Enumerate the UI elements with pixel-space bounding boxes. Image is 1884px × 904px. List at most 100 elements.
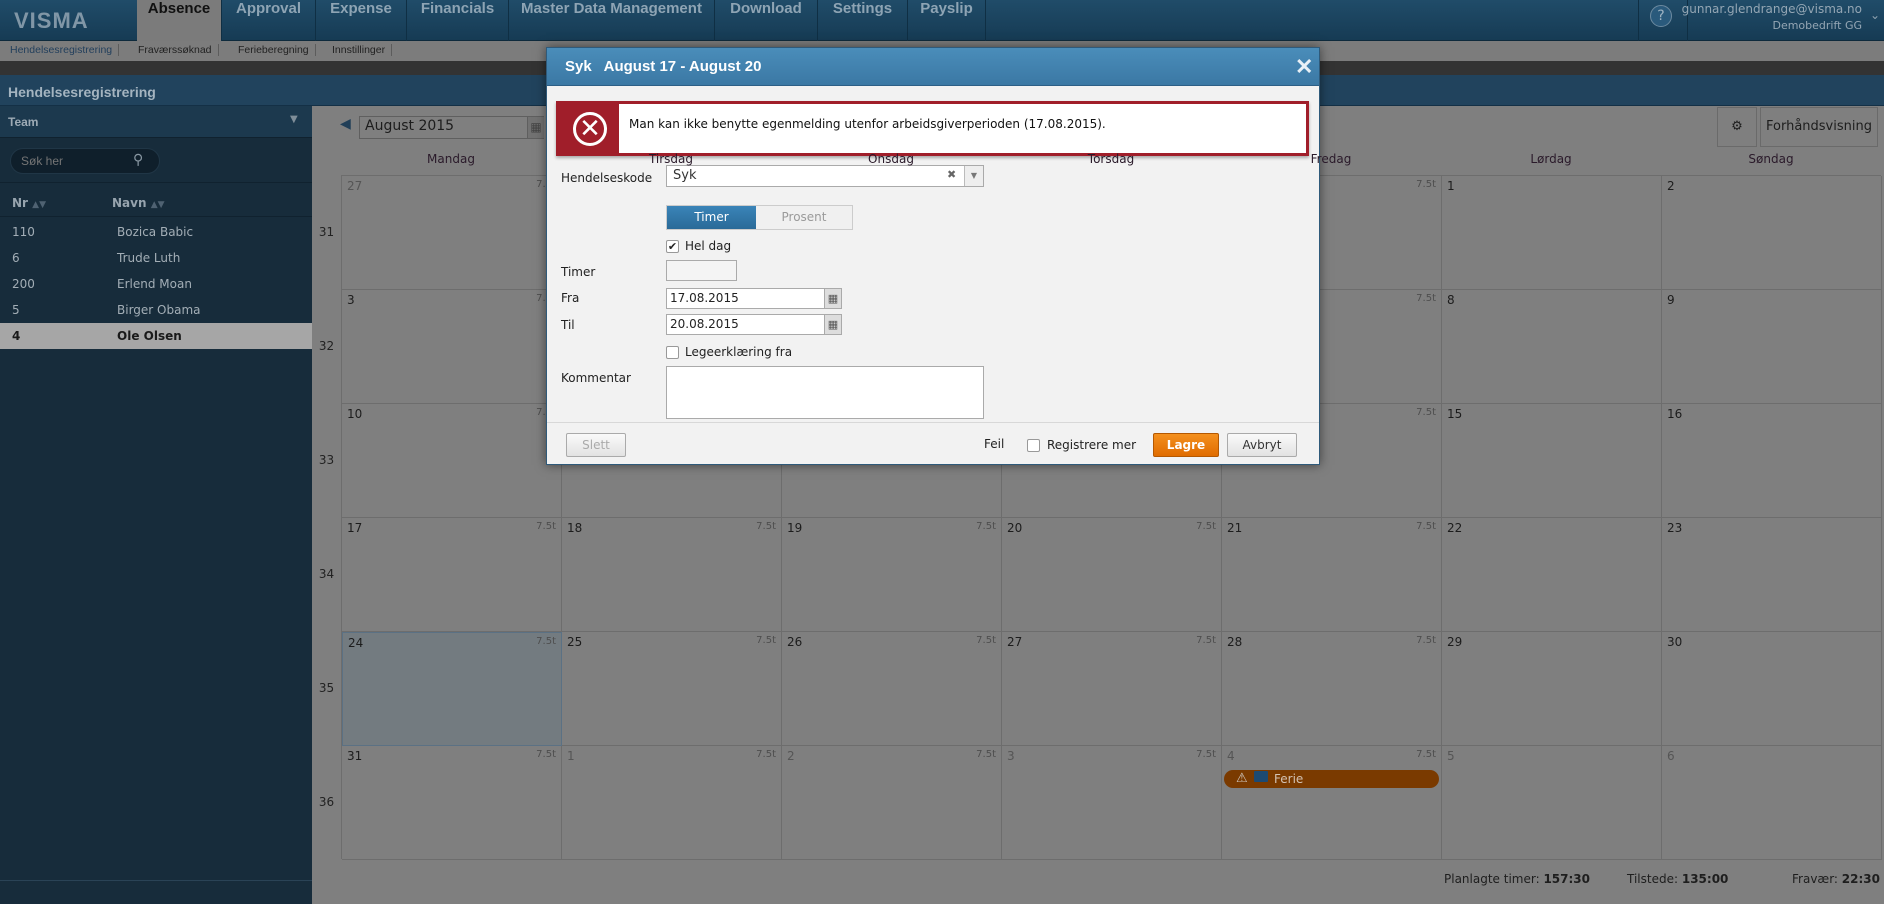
til-date-input[interactable]: 20.08.2015 ▦ bbox=[666, 314, 842, 335]
day-cell[interactable]: 107.5t bbox=[342, 404, 562, 518]
month-picker[interactable]: August 2015 ▦ bbox=[359, 116, 544, 139]
tab-financials[interactable]: Financials bbox=[407, 0, 509, 41]
event-code-select[interactable]: Syk ✖ ▼ bbox=[666, 165, 984, 187]
day-cell[interactable]: 19 7.5t bbox=[782, 518, 1002, 632]
help-icon[interactable]: ? bbox=[1650, 5, 1672, 27]
day-number: 2 bbox=[1667, 179, 1675, 193]
user-email[interactable]: gunnar.glendrange@visma.no bbox=[1682, 2, 1862, 16]
day-cell[interactable]: 8 bbox=[1442, 290, 1662, 404]
employee-row[interactable]: 4 Ole Olsen bbox=[0, 323, 312, 349]
day-cell[interactable]: 16 bbox=[1662, 404, 1882, 518]
day-cell[interactable]: 24 7.5t bbox=[342, 632, 562, 746]
day-cell[interactable]: 20 7.5t bbox=[1002, 518, 1222, 632]
close-icon[interactable]: ✕ bbox=[1295, 54, 1313, 80]
chevron-down-icon[interactable]: ⌄ bbox=[1870, 8, 1880, 22]
day-cell[interactable]: 26 7.5t bbox=[782, 632, 1002, 746]
tab-expense[interactable]: Expense bbox=[316, 0, 407, 41]
tab-download[interactable]: Download bbox=[715, 0, 818, 41]
day-cell[interactable]: 28 7.5t bbox=[1222, 632, 1442, 746]
day-cell[interactable]: 37.5t bbox=[342, 290, 562, 404]
legeerklaring-checkbox[interactable] bbox=[666, 346, 679, 359]
preview-button[interactable]: Forhåndsvisning bbox=[1760, 107, 1878, 147]
day-number: 6 bbox=[1667, 749, 1675, 763]
subnav-ferieberegning[interactable]: Ferieberegning bbox=[232, 44, 316, 56]
day-cell[interactable]: 1 7.5t bbox=[562, 746, 782, 860]
fra-date-input[interactable]: 17.08.2015 ▦ bbox=[666, 288, 842, 309]
visma-logo[interactable]: VISMA bbox=[14, 8, 89, 34]
employee-row[interactable]: 110 Bozica Babic bbox=[0, 219, 312, 245]
day-cell[interactable]: 15 bbox=[1442, 404, 1662, 518]
day-cell[interactable]: 22 bbox=[1442, 518, 1662, 632]
day-cell[interactable]: 277.5t bbox=[1002, 632, 1222, 746]
planned-hours: 7.5t bbox=[536, 636, 556, 647]
day-cell[interactable]: 4 7.5t ⚠ Ferie bbox=[1222, 746, 1442, 860]
week-number: 31 bbox=[318, 225, 335, 239]
day-cell[interactable]: 2 7.5t bbox=[782, 746, 1002, 860]
day-number: 2 bbox=[787, 749, 795, 763]
company-name[interactable]: Demobedrift GG bbox=[1772, 19, 1862, 32]
day-cell[interactable]: 277.5t bbox=[342, 176, 562, 290]
tab-settings[interactable]: Settings bbox=[818, 0, 908, 41]
register-more-checkbox[interactable] bbox=[1027, 439, 1040, 452]
planned-hours: 7.5t bbox=[976, 749, 996, 760]
status-text: Feil bbox=[984, 437, 1005, 451]
tab-master-data-management[interactable]: Master Data Management bbox=[509, 0, 715, 41]
employee-row[interactable]: 6 Trude Luth bbox=[0, 245, 312, 271]
gear-icon: ⚙ bbox=[1731, 119, 1743, 134]
week-number: 34 bbox=[318, 567, 335, 581]
employee-nr: 200 bbox=[12, 277, 35, 291]
clear-icon[interactable]: ✖ bbox=[947, 168, 956, 181]
toggle-timer[interactable]: Timer bbox=[667, 206, 756, 229]
day-cell[interactable]: 1 bbox=[1442, 176, 1662, 290]
subnav-fraværssøknad[interactable]: Fraværssøknad bbox=[132, 44, 219, 56]
calendar-icon[interactable]: ▦ bbox=[527, 117, 544, 138]
top-nav: VISMA ? gunnar.glendrange@visma.no Demob… bbox=[0, 0, 1884, 42]
total-value: 22:30 bbox=[1841, 872, 1880, 886]
divider bbox=[0, 880, 312, 881]
comment-textarea[interactable] bbox=[666, 366, 984, 419]
dropdown-arrow-icon[interactable]: ▼ bbox=[964, 166, 983, 186]
week-number: 33 bbox=[318, 453, 335, 467]
column-header-nr[interactable]: Nr ▲▼ bbox=[12, 196, 46, 210]
timer-input[interactable] bbox=[666, 260, 737, 281]
event-ferie[interactable]: ⚠ Ferie bbox=[1224, 770, 1439, 788]
toggle-prosent[interactable]: Prosent bbox=[756, 206, 852, 229]
comment-icon bbox=[1254, 771, 1268, 782]
calendar-icon[interactable]: ▦ bbox=[824, 315, 841, 334]
column-header-navn[interactable]: Navn ▲▼ bbox=[112, 196, 165, 210]
day-cell[interactable]: 25 7.5t bbox=[562, 632, 782, 746]
delete-button[interactable]: Slett bbox=[566, 433, 626, 457]
cancel-button[interactable]: Avbryt bbox=[1227, 433, 1297, 457]
day-cell[interactable]: 18 7.5t bbox=[562, 518, 782, 632]
search-icon[interactable]: ⚲ bbox=[133, 152, 143, 168]
day-cell[interactable]: 21 7.5t bbox=[1222, 518, 1442, 632]
team-selector[interactable]: Team ▼ bbox=[0, 106, 312, 138]
hel-dag-checkbox[interactable]: ✔ bbox=[666, 240, 679, 253]
settings-button[interactable]: ⚙ bbox=[1717, 107, 1757, 147]
subnav-innstillinger[interactable]: Innstillinger bbox=[326, 44, 393, 56]
error-icon: ✕ bbox=[573, 112, 607, 146]
tab-approval[interactable]: Approval bbox=[222, 0, 316, 41]
calendar-icon[interactable]: ▦ bbox=[824, 289, 841, 308]
fra-value: 17.08.2015 bbox=[670, 291, 739, 305]
day-number: 18 bbox=[567, 521, 583, 535]
caret-down-icon[interactable]: ▼ bbox=[290, 114, 298, 125]
day-cell[interactable]: 2 bbox=[1662, 176, 1882, 290]
search-input[interactable] bbox=[21, 154, 121, 168]
day-cell[interactable]: 37.5t bbox=[1002, 746, 1222, 860]
prev-month-icon[interactable]: ◀ bbox=[340, 116, 351, 132]
day-cell[interactable]: 29 bbox=[1442, 632, 1662, 746]
day-cell[interactable]: 31 7.5t bbox=[342, 746, 562, 860]
save-button[interactable]: Lagre bbox=[1153, 433, 1219, 457]
day-cell[interactable]: 6 bbox=[1662, 746, 1882, 860]
day-cell[interactable]: 5 bbox=[1442, 746, 1662, 860]
day-cell[interactable]: 30 bbox=[1662, 632, 1882, 746]
tab-payslip[interactable]: Payslip bbox=[908, 0, 986, 41]
subnav-hendelsesregistrering[interactable]: Hendelsesregistrering bbox=[4, 44, 120, 56]
employee-row[interactable]: 5 Birger Obama bbox=[0, 297, 312, 323]
tab-absence[interactable]: Absence bbox=[137, 0, 222, 42]
employee-row[interactable]: 200 Erlend Moan bbox=[0, 271, 312, 297]
day-cell[interactable]: 9 bbox=[1662, 290, 1882, 404]
day-cell[interactable]: 17 7.5t bbox=[342, 518, 562, 632]
day-cell[interactable]: 23 bbox=[1662, 518, 1882, 632]
